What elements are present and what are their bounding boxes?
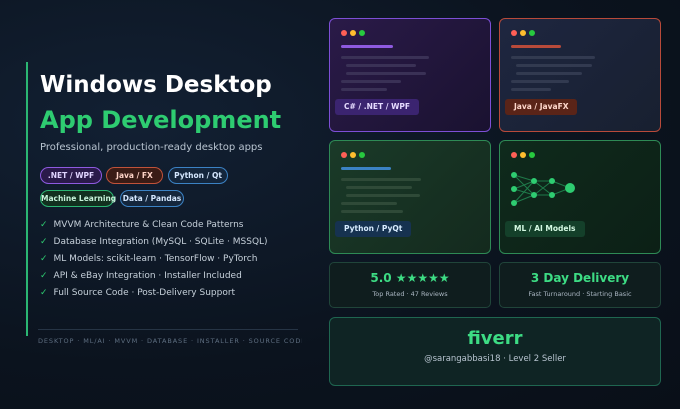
feature-item: ✓ Full Source Code · Post-Delivery Suppor… <box>40 288 236 298</box>
code-line <box>511 80 569 83</box>
card-label: ML / AI Models <box>505 221 585 237</box>
feature-item: ✓ ML Models: scikit-learn · TensorFlow · … <box>40 254 258 264</box>
delivery-value: 3 Day Delivery <box>530 271 630 285</box>
code-line <box>346 194 420 197</box>
card-label: Python / PyQt <box>335 221 412 237</box>
check-icon: ✓ <box>40 237 48 247</box>
card-java-javafx: Java / JavaFX <box>499 18 661 132</box>
rating-stat: 5.0 ★★★★★ Top Rated · 47 Reviews <box>329 262 491 308</box>
chip-java-fx: Java / FX <box>106 167 163 184</box>
divider <box>38 329 298 330</box>
code-line <box>516 72 582 75</box>
hero-title-line2: App Development <box>40 106 282 134</box>
seller-card: fiverr @sarangabbasi18 · Level 2 Seller <box>329 317 661 386</box>
feature-item: ✓ API & eBay Integration · Installer Incl… <box>40 271 242 281</box>
feature-item: ✓ MVVM Architecture & Clean Code Patterns <box>40 220 244 230</box>
card-csharp-dotnet: C# / .NET / WPF <box>329 18 491 132</box>
code-line <box>341 202 397 205</box>
code-line <box>346 186 412 189</box>
chip-dotnet-wpf: .NET / WPF <box>40 167 102 184</box>
check-icon: ✓ <box>40 271 48 281</box>
code-line <box>346 72 426 75</box>
rating-value: 5.0 ★★★★★ <box>370 271 450 285</box>
code-line <box>341 56 429 59</box>
card-python-pyqt: Python / PyQt <box>329 140 491 254</box>
card-label: C# / .NET / WPF <box>335 99 419 115</box>
hero-subtitle: Professional, production-ready desktop a… <box>40 142 263 153</box>
check-icon: ✓ <box>40 288 48 298</box>
delivery-stat: 3 Day Delivery Fast Turnaround · Startin… <box>499 262 661 308</box>
chip-python-qt: Python / Qt <box>168 167 228 184</box>
fiverr-logo: fiverr <box>467 328 523 349</box>
code-line <box>511 45 561 48</box>
code-line <box>341 178 421 181</box>
hero-title-line1: Windows Desktop <box>40 72 272 98</box>
check-icon: ✓ <box>40 220 48 230</box>
code-line <box>341 167 391 170</box>
hero-panel: Windows Desktop App Development Professi… <box>26 62 302 336</box>
tagline: DESKTOP · ML/AI · MVVM · DATABASE · INST… <box>38 337 302 345</box>
code-line <box>346 64 416 67</box>
card-ml-ai: ML / AI Models <box>499 140 661 254</box>
chip-data-pandas: Data / Pandas <box>120 190 184 207</box>
code-line <box>511 88 551 91</box>
delivery-caption: Fast Turnaround · Starting Basic <box>528 290 632 298</box>
chip-machine-learning: Machine Learning <box>40 190 116 207</box>
code-line <box>341 210 403 213</box>
card-label: Java / JavaFX <box>505 99 578 115</box>
neural-network-icon <box>511 172 575 206</box>
feature-item: ✓ Database Integration (MySQL · SQLite · … <box>40 237 268 247</box>
code-line <box>341 80 401 83</box>
check-icon: ✓ <box>40 254 48 264</box>
code-line <box>341 88 387 91</box>
seller-handle: @sarangabbasi18 · Level 2 Seller <box>424 354 566 364</box>
page-background: Windows Desktop App Development Professi… <box>0 0 680 409</box>
code-line <box>511 56 595 59</box>
code-line <box>516 64 592 67</box>
rating-caption: Top Rated · 47 Reviews <box>372 290 448 298</box>
code-line <box>341 45 393 48</box>
